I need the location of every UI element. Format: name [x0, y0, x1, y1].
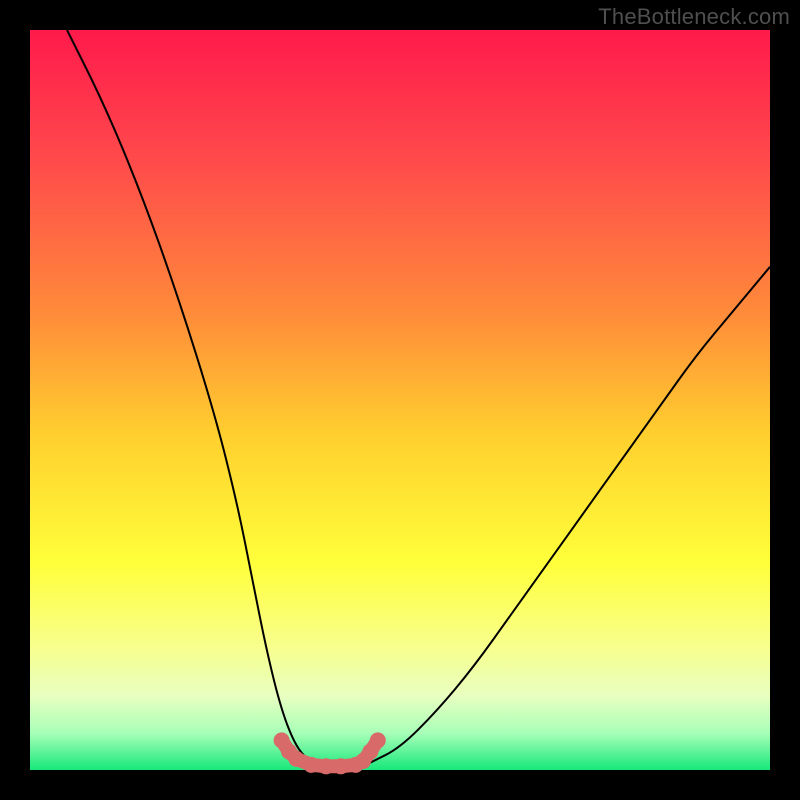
- bottom-marker-dot: [288, 751, 304, 767]
- bottom-marker-dot: [370, 732, 386, 748]
- chart-frame: TheBottleneck.com: [0, 0, 800, 800]
- plot-area: [30, 30, 770, 770]
- bottom-marker-dot: [303, 757, 319, 773]
- bottleneck-curve: [67, 30, 770, 770]
- chart-svg: [30, 30, 770, 770]
- watermark-text: TheBottleneck.com: [598, 4, 790, 30]
- bottom-marker-dot: [333, 758, 349, 774]
- bottom-marker-dot: [318, 758, 334, 774]
